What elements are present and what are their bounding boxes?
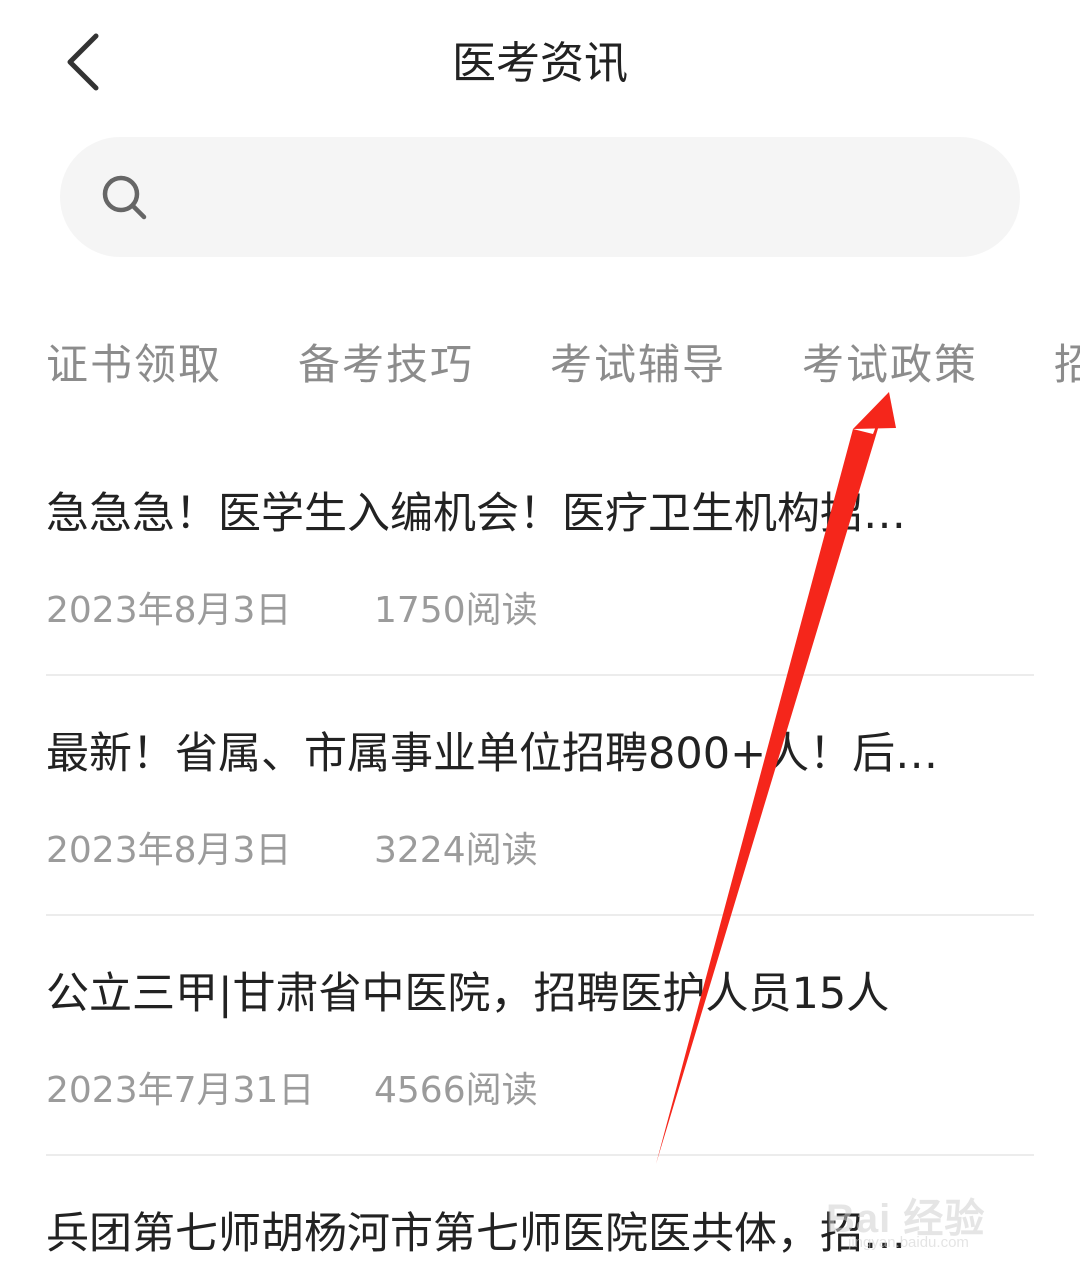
article-reads: 3224阅读 [374,830,538,871]
header: 医考资讯 [0,0,1080,130]
search-bar[interactable] [60,137,1020,257]
divider [46,1154,1034,1156]
article-date: 2023年7月31日 [46,1070,315,1111]
list-item[interactable]: 急急急！医学生入编机会！医疗卫生机构招… 2023年8月3日 1750阅读 [46,484,1034,674]
watermark-site: jingyan.baidu.com [848,1234,969,1251]
article-title: 急急急！医学生入编机会！医疗卫生机构招… [46,489,906,539]
article-meta: 2023年8月3日 1750阅读 [46,586,538,636]
page-title: 医考资讯 [452,38,628,89]
article-title: 公立三甲|甘肃省中医院，招聘医护人员15人 [46,969,890,1019]
article-title: 最新！省属、市属事业单位招聘800+人！后… [46,729,939,779]
tab-exam-tutoring[interactable]: 考试辅导 [550,330,726,400]
watermark-logo: Bai 经验 jingyan.baidu.com [826,1168,1026,1260]
article-reads: 4566阅读 [374,1070,538,1111]
tab-certificate[interactable]: 证书领取 [46,330,222,400]
article-meta: 2023年7月31日 4566阅读 [46,1066,538,1116]
divider [46,674,1034,676]
tab-exam-policy[interactable]: 考试政策 [802,330,978,400]
article-date: 2023年8月3日 [46,590,292,631]
tab-exam-tips[interactable]: 备考技巧 [298,330,474,400]
divider [46,914,1034,916]
list-item[interactable]: 公立三甲|甘肃省中医院，招聘医护人员15人 2023年7月31日 4566阅读 [46,964,1034,1154]
article-date: 2023年8月3日 [46,830,292,871]
search-icon [102,175,147,220]
tab-recruitment[interactable]: 招 [1054,330,1080,400]
article-reads: 1750阅读 [374,590,538,631]
list-item[interactable]: 最新！省属、市属事业单位招聘800+人！后… 2023年8月3日 3224阅读 [46,724,1034,914]
category-tabs: 证书领取 备考技巧 考试辅导 考试政策 招 [0,330,1080,400]
article-meta: 2023年8月3日 3224阅读 [46,826,538,876]
